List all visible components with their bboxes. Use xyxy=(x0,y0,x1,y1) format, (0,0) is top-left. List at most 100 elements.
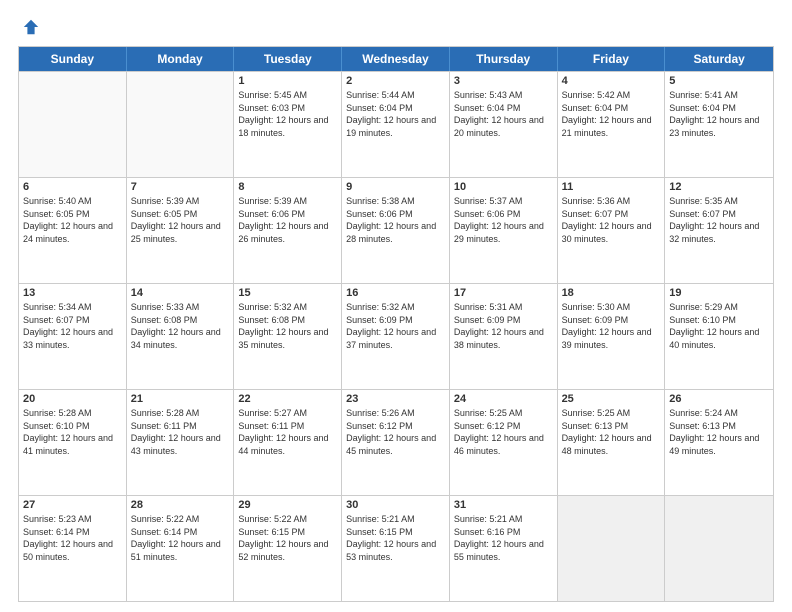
calendar-cell-day-24: 24 Sunrise: 5:25 AMSunset: 6:12 PMDayligh… xyxy=(450,390,558,495)
calendar-cell-empty xyxy=(558,496,666,601)
day-number: 15 xyxy=(238,287,337,299)
calendar-week-5: 27Sunrise: 5:23 AMSunset: 6:14 PMDayligh… xyxy=(19,495,773,601)
calendar-cell-day-1: 1 Sunrise: 5:45 AMSunset: 6:03 PMDaylight… xyxy=(234,72,342,177)
calendar-header-wednesday: Wednesday xyxy=(342,47,450,71)
calendar-header-friday: Friday xyxy=(558,47,666,71)
header xyxy=(18,18,774,36)
day-number: 7 xyxy=(131,181,230,193)
calendar-cell-day-19: 19 Sunrise: 5:29 AMSunset: 6:10 PMDayligh… xyxy=(665,284,773,389)
calendar-cell-day-3: 3 Sunrise: 5:43 AMSunset: 6:04 PMDaylight… xyxy=(450,72,558,177)
calendar-week-3: 13Sunrise: 5:34 AMSunset: 6:07 PMDayligh… xyxy=(19,283,773,389)
day-number: 22 xyxy=(238,393,337,405)
calendar-body: 1 Sunrise: 5:45 AMSunset: 6:03 PMDaylight… xyxy=(19,71,773,601)
calendar-header-sunday: Sunday xyxy=(19,47,127,71)
calendar-cell-day-5: 5 Sunrise: 5:41 AMSunset: 6:04 PMDaylight… xyxy=(665,72,773,177)
calendar-cell-empty xyxy=(665,496,773,601)
day-info: Sunrise: 5:43 AMSunset: 6:04 PMDaylight:… xyxy=(454,89,553,139)
day-info: Sunrise: 5:21 AMSunset: 6:16 PMDaylight:… xyxy=(454,513,553,563)
day-info: Sunrise: 5:39 AMSunset: 6:06 PMDaylight:… xyxy=(238,195,337,245)
calendar-header-monday: Monday xyxy=(127,47,235,71)
day-number: 18 xyxy=(562,287,661,299)
day-info: Sunrise: 5:35 AMSunset: 6:07 PMDaylight:… xyxy=(669,195,769,245)
day-number: 19 xyxy=(669,287,769,299)
day-number: 29 xyxy=(238,499,337,511)
calendar-cell-day-22: 22 Sunrise: 5:27 AMSunset: 6:11 PMDayligh… xyxy=(234,390,342,495)
day-info: Sunrise: 5:31 AMSunset: 6:09 PMDaylight:… xyxy=(454,301,553,351)
calendar-week-1: 1 Sunrise: 5:45 AMSunset: 6:03 PMDaylight… xyxy=(19,71,773,177)
calendar-header-thursday: Thursday xyxy=(450,47,558,71)
day-number: 4 xyxy=(562,75,661,87)
calendar-week-2: 6 Sunrise: 5:40 AMSunset: 6:05 PMDaylight… xyxy=(19,177,773,283)
day-info: Sunrise: 5:41 AMSunset: 6:04 PMDaylight:… xyxy=(669,89,769,139)
day-number: 9 xyxy=(346,181,445,193)
calendar-cell-day-15: 15 Sunrise: 5:32 AMSunset: 6:08 PMDayligh… xyxy=(234,284,342,389)
day-info: Sunrise: 5:42 AMSunset: 6:04 PMDaylight:… xyxy=(562,89,661,139)
calendar-cell-empty xyxy=(127,72,235,177)
day-info: Sunrise: 5:38 AMSunset: 6:06 PMDaylight:… xyxy=(346,195,445,245)
calendar-cell-day-13: 13Sunrise: 5:34 AMSunset: 6:07 PMDayligh… xyxy=(19,284,127,389)
logo xyxy=(18,18,40,36)
day-info: Sunrise: 5:28 AMSunset: 6:10 PMDaylight:… xyxy=(23,407,122,457)
calendar-cell-day-7: 7 Sunrise: 5:39 AMSunset: 6:05 PMDaylight… xyxy=(127,178,235,283)
day-number: 14 xyxy=(131,287,230,299)
calendar-cell-day-8: 8 Sunrise: 5:39 AMSunset: 6:06 PMDaylight… xyxy=(234,178,342,283)
day-number: 16 xyxy=(346,287,445,299)
day-number: 30 xyxy=(346,499,445,511)
day-info: Sunrise: 5:39 AMSunset: 6:05 PMDaylight:… xyxy=(131,195,230,245)
day-number: 11 xyxy=(562,181,661,193)
page: SundayMondayTuesdayWednesdayThursdayFrid… xyxy=(0,0,792,612)
day-number: 31 xyxy=(454,499,553,511)
day-number: 21 xyxy=(131,393,230,405)
day-number: 24 xyxy=(454,393,553,405)
day-info: Sunrise: 5:45 AMSunset: 6:03 PMDaylight:… xyxy=(238,89,337,139)
day-info: Sunrise: 5:25 AMSunset: 6:12 PMDaylight:… xyxy=(454,407,553,457)
calendar-cell-day-10: 10 Sunrise: 5:37 AMSunset: 6:06 PMDayligh… xyxy=(450,178,558,283)
day-info: Sunrise: 5:27 AMSunset: 6:11 PMDaylight:… xyxy=(238,407,337,457)
calendar-cell-day-25: 25 Sunrise: 5:25 AMSunset: 6:13 PMDayligh… xyxy=(558,390,666,495)
day-info: Sunrise: 5:23 AMSunset: 6:14 PMDaylight:… xyxy=(23,513,122,563)
day-number: 13 xyxy=(23,287,122,299)
day-number: 6 xyxy=(23,181,122,193)
calendar-header-tuesday: Tuesday xyxy=(234,47,342,71)
day-number: 26 xyxy=(669,393,769,405)
calendar-cell-day-26: 26 Sunrise: 5:24 AMSunset: 6:13 PMDayligh… xyxy=(665,390,773,495)
day-number: 8 xyxy=(238,181,337,193)
calendar-cell-day-17: 17 Sunrise: 5:31 AMSunset: 6:09 PMDayligh… xyxy=(450,284,558,389)
calendar-week-4: 20Sunrise: 5:28 AMSunset: 6:10 PMDayligh… xyxy=(19,389,773,495)
day-number: 17 xyxy=(454,287,553,299)
day-info: Sunrise: 5:37 AMSunset: 6:06 PMDaylight:… xyxy=(454,195,553,245)
calendar-cell-day-12: 12 Sunrise: 5:35 AMSunset: 6:07 PMDayligh… xyxy=(665,178,773,283)
day-info: Sunrise: 5:26 AMSunset: 6:12 PMDaylight:… xyxy=(346,407,445,457)
calendar: SundayMondayTuesdayWednesdayThursdayFrid… xyxy=(18,46,774,602)
day-number: 3 xyxy=(454,75,553,87)
calendar-cell-day-14: 14 Sunrise: 5:33 AMSunset: 6:08 PMDayligh… xyxy=(127,284,235,389)
day-info: Sunrise: 5:33 AMSunset: 6:08 PMDaylight:… xyxy=(131,301,230,351)
day-number: 25 xyxy=(562,393,661,405)
day-number: 1 xyxy=(238,75,337,87)
day-info: Sunrise: 5:25 AMSunset: 6:13 PMDaylight:… xyxy=(562,407,661,457)
day-number: 5 xyxy=(669,75,769,87)
day-info: Sunrise: 5:40 AMSunset: 6:05 PMDaylight:… xyxy=(23,195,122,245)
logo-icon xyxy=(22,18,40,36)
day-info: Sunrise: 5:29 AMSunset: 6:10 PMDaylight:… xyxy=(669,301,769,351)
day-info: Sunrise: 5:21 AMSunset: 6:15 PMDaylight:… xyxy=(346,513,445,563)
calendar-cell-day-16: 16Sunrise: 5:32 AMSunset: 6:09 PMDayligh… xyxy=(342,284,450,389)
day-info: Sunrise: 5:32 AMSunset: 6:08 PMDaylight:… xyxy=(238,301,337,351)
calendar-cell-day-18: 18 Sunrise: 5:30 AMSunset: 6:09 PMDayligh… xyxy=(558,284,666,389)
calendar-cell-day-20: 20Sunrise: 5:28 AMSunset: 6:10 PMDayligh… xyxy=(19,390,127,495)
calendar-cell-day-2: 2Sunrise: 5:44 AMSunset: 6:04 PMDaylight… xyxy=(342,72,450,177)
day-info: Sunrise: 5:24 AMSunset: 6:13 PMDaylight:… xyxy=(669,407,769,457)
day-info: Sunrise: 5:30 AMSunset: 6:09 PMDaylight:… xyxy=(562,301,661,351)
calendar-cell-empty xyxy=(19,72,127,177)
day-number: 10 xyxy=(454,181,553,193)
calendar-cell-day-6: 6 Sunrise: 5:40 AMSunset: 6:05 PMDaylight… xyxy=(19,178,127,283)
day-number: 2 xyxy=(346,75,445,87)
calendar-cell-day-21: 21 Sunrise: 5:28 AMSunset: 6:11 PMDayligh… xyxy=(127,390,235,495)
calendar-cell-day-29: 29 Sunrise: 5:22 AMSunset: 6:15 PMDayligh… xyxy=(234,496,342,601)
day-info: Sunrise: 5:22 AMSunset: 6:15 PMDaylight:… xyxy=(238,513,337,563)
day-info: Sunrise: 5:22 AMSunset: 6:14 PMDaylight:… xyxy=(131,513,230,563)
day-info: Sunrise: 5:28 AMSunset: 6:11 PMDaylight:… xyxy=(131,407,230,457)
calendar-cell-day-28: 28Sunrise: 5:22 AMSunset: 6:14 PMDayligh… xyxy=(127,496,235,601)
day-number: 12 xyxy=(669,181,769,193)
calendar-cell-day-31: 31 Sunrise: 5:21 AMSunset: 6:16 PMDayligh… xyxy=(450,496,558,601)
